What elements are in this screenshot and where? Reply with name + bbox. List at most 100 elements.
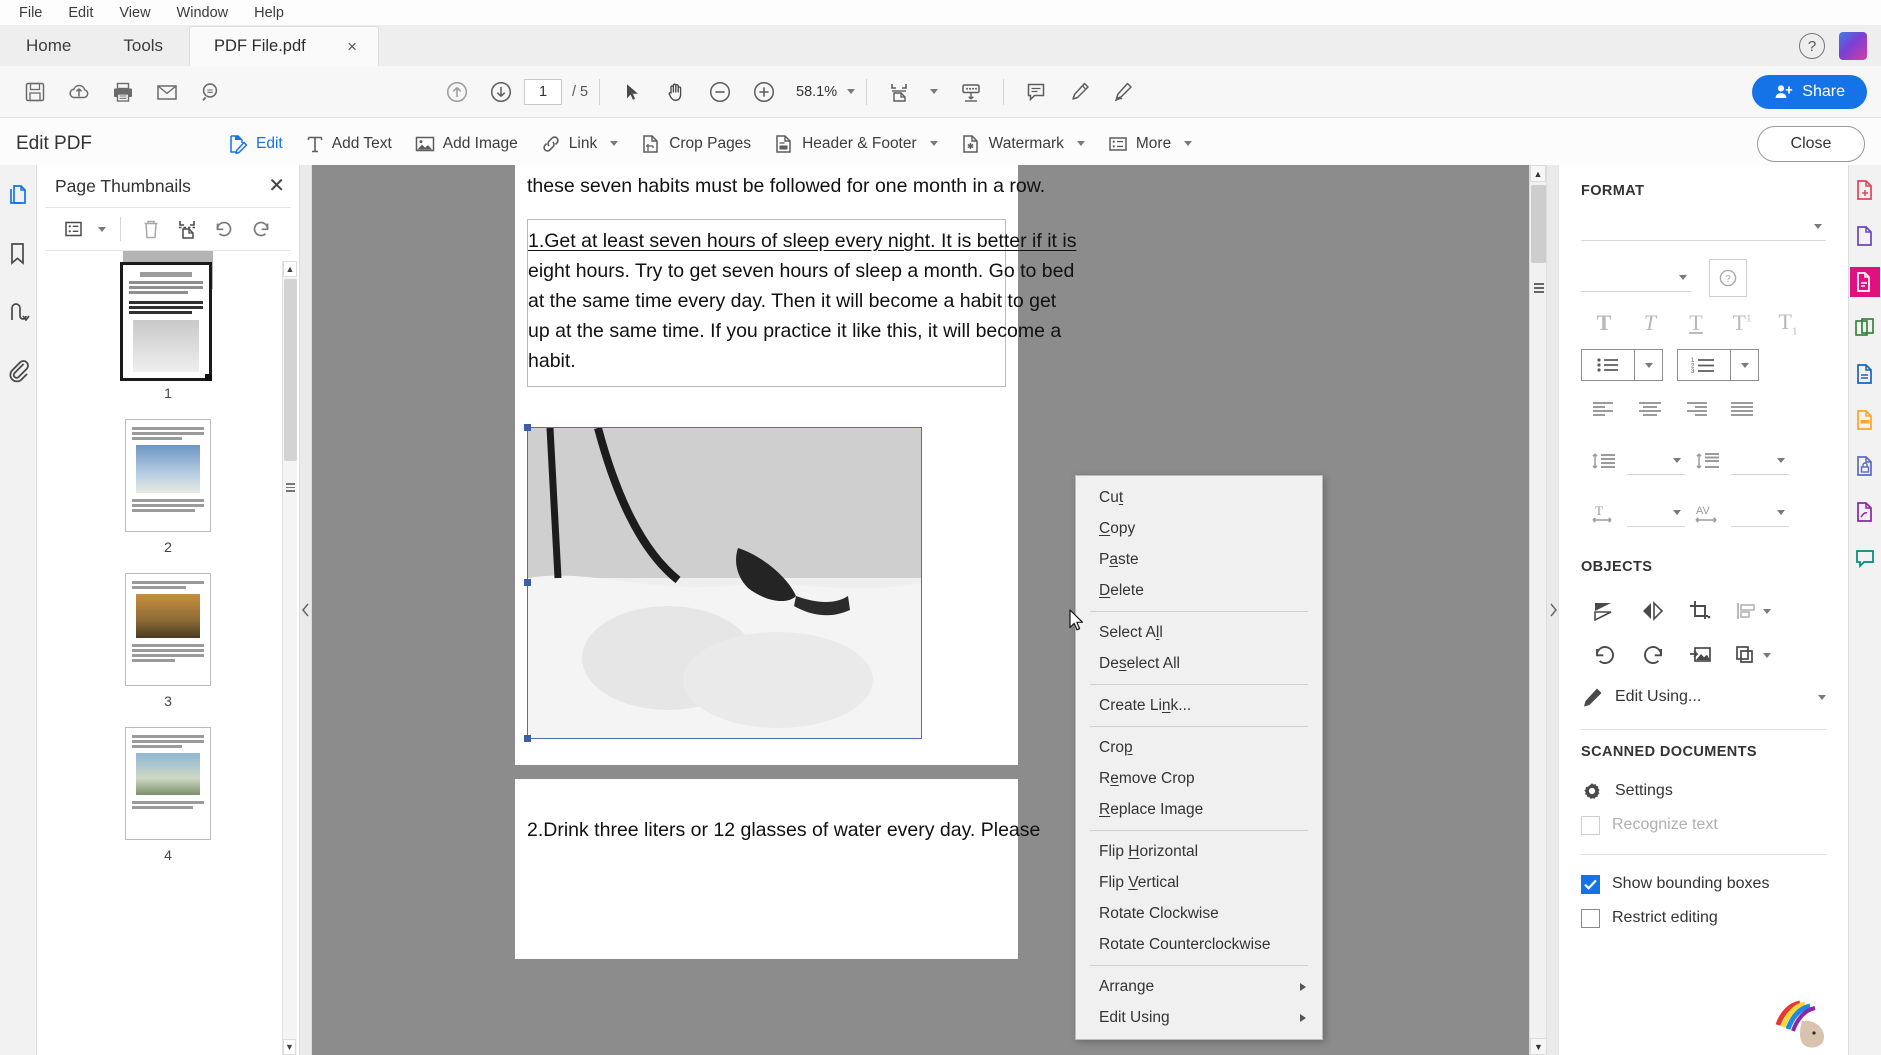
chevron-down-icon[interactable] (1814, 224, 1822, 229)
flip-vertical-icon[interactable] (1581, 589, 1629, 633)
rotate-clockwise-icon[interactable] (1629, 633, 1677, 677)
list-item[interactable]: 4 (37, 727, 299, 863)
share-button[interactable]: Share (1752, 75, 1867, 109)
paragraph-spacing-icon[interactable] (1685, 441, 1731, 481)
tab-document[interactable]: PDF File.pdf × (189, 26, 379, 66)
bullet-list-button[interactable] (1581, 349, 1663, 381)
page-thumbnails-list[interactable]: 1 2 (37, 251, 299, 1055)
fit-page-caret-icon[interactable] (930, 89, 938, 94)
search-icon[interactable] (190, 73, 232, 111)
organize-pages-icon[interactable] (1850, 359, 1880, 389)
tab-home[interactable]: Home (0, 26, 97, 66)
italic-T-icon[interactable]: T (1627, 303, 1673, 343)
page-number-input[interactable]: 1 (524, 79, 562, 105)
chevron-down-icon[interactable] (1679, 275, 1687, 280)
watermark-button[interactable]: Watermark (951, 127, 1094, 161)
combine-files-icon[interactable] (1850, 313, 1880, 343)
context-menu-item-crop[interactable]: Crop (1076, 732, 1322, 763)
header-footer-caret-icon[interactable] (930, 141, 938, 146)
select-cursor-icon[interactable] (611, 73, 653, 111)
zoom-dropdown-caret-icon[interactable] (847, 89, 855, 94)
scroll-down-icon[interactable]: ▼ (1530, 1038, 1546, 1055)
restrict-editing-row[interactable]: Restrict editing (1581, 901, 1826, 935)
context-menu-item-deselect-all[interactable]: Deselect All (1076, 648, 1322, 679)
crop-icon[interactable] (1677, 589, 1725, 633)
restrict-editing-checkbox[interactable] (1581, 909, 1600, 928)
export-pdf-icon[interactable] (1850, 175, 1880, 205)
align-objects-caret-icon[interactable] (1763, 609, 1771, 614)
list-item[interactable]: 3 (37, 573, 299, 709)
add-text-button[interactable]: Add Text (296, 127, 401, 161)
save-icon[interactable] (14, 73, 56, 111)
context-menu-item-replace-image[interactable]: Replace Image (1076, 794, 1322, 825)
protect-icon[interactable] (1850, 451, 1880, 481)
highlight-pen-icon[interactable] (1059, 73, 1101, 111)
bookmarks-icon[interactable] (3, 239, 33, 269)
menu-view[interactable]: View (106, 3, 163, 23)
pdf-page-2[interactable]: 2.Drink three liters or 12 glasses of wa… (515, 779, 1018, 959)
watermark-caret-icon[interactable] (1077, 141, 1085, 146)
page-layout-icon[interactable] (950, 73, 992, 111)
underline-T-icon[interactable]: T (1673, 303, 1719, 343)
menu-file[interactable]: File (6, 3, 55, 23)
superscript-T-icon[interactable]: T1 (1719, 303, 1765, 343)
line-spacing-icon[interactable] (1581, 441, 1627, 481)
text-color-picker[interactable]: ? (1709, 259, 1747, 297)
rotate-cw-icon[interactable] (244, 214, 277, 244)
pdf-page-1[interactable]: these seven habits must be followed for … (515, 165, 1018, 765)
character-spacing-dropdown[interactable] (1731, 499, 1789, 527)
bullet-list-icon[interactable] (1582, 356, 1634, 374)
font-family-dropdown[interactable] (1581, 213, 1826, 241)
document-viewport[interactable]: these seven habits must be followed for … (312, 165, 1546, 1055)
arrange-caret-icon[interactable] (1763, 653, 1771, 658)
numbered-list-icon[interactable]: 123 (1678, 356, 1730, 374)
more-caret-icon[interactable] (1184, 141, 1192, 146)
context-menu-item-flip-vertical[interactable]: Flip Vertical (1076, 867, 1322, 898)
flip-horizontal-icon[interactable] (1629, 589, 1677, 633)
line-spacing-dropdown[interactable] (1627, 447, 1685, 475)
bullet-list-caret-icon[interactable] (1634, 350, 1662, 380)
chevron-down-icon[interactable] (1777, 510, 1785, 515)
show-bounding-boxes-checkbox[interactable] (1581, 875, 1600, 894)
paragraph-spacing-dropdown[interactable] (1731, 447, 1789, 475)
email-icon[interactable] (146, 73, 188, 111)
header-footer-button[interactable]: Header & Footer (764, 127, 947, 161)
hand-tool-icon[interactable] (655, 73, 697, 111)
character-spacing-icon[interactable]: AV (1685, 493, 1731, 533)
context-menu-item-rotate-counterclockwise[interactable]: Rotate Counterclockwise (1076, 929, 1322, 960)
align-right-icon[interactable] (1673, 389, 1719, 429)
scroll-up-icon[interactable]: ▲ (1530, 165, 1546, 182)
page-organize-icon[interactable] (3, 297, 33, 327)
edit-pdf-icon[interactable] (1850, 267, 1880, 297)
upload-cloud-icon[interactable] (58, 73, 100, 111)
resize-handle[interactable] (524, 579, 531, 586)
context-menu-item-flip-horizontal[interactable]: Flip Horizontal (1076, 836, 1322, 867)
context-menu-item-rotate-clockwise[interactable]: Rotate Clockwise (1076, 898, 1322, 929)
close-tab-icon[interactable]: × (342, 37, 362, 57)
show-bounding-boxes-row[interactable]: Show bounding boxes (1581, 867, 1826, 901)
previous-page-icon[interactable] (436, 73, 478, 111)
menu-window[interactable]: Window (164, 3, 242, 23)
fit-page-icon[interactable] (878, 73, 920, 111)
context-menu-item-cut[interactable]: Cut (1076, 482, 1322, 513)
help-icon[interactable]: ? (1799, 33, 1825, 59)
add-image-button[interactable]: Add Image (405, 127, 527, 161)
create-pdf-icon[interactable] (1850, 221, 1880, 251)
redact-icon[interactable] (1850, 405, 1880, 435)
comment-icon[interactable] (1015, 73, 1057, 111)
context-menu-item-create-link[interactable]: Create Link... (1076, 690, 1322, 721)
numbered-list-button[interactable]: 123 (1677, 349, 1759, 381)
collapse-right-panel-handle[interactable] (1546, 165, 1558, 1055)
scrollbar-thumb[interactable] (284, 279, 297, 461)
zoom-level-value[interactable]: 58.1% (787, 84, 837, 100)
chevron-down-icon[interactable] (1777, 458, 1785, 463)
rotate-counterclockwise-icon[interactable] (1581, 633, 1629, 677)
zoom-in-icon[interactable] (743, 73, 785, 111)
scan-settings-button[interactable]: Settings (1581, 774, 1826, 808)
chevron-down-icon[interactable] (1673, 458, 1681, 463)
avatar[interactable] (1839, 32, 1867, 60)
align-justify-icon[interactable] (1719, 389, 1765, 429)
subscript-T-icon[interactable]: T1 (1765, 303, 1811, 343)
bold-T-icon[interactable]: T (1581, 303, 1627, 343)
delete-page-icon[interactable] (135, 214, 168, 244)
